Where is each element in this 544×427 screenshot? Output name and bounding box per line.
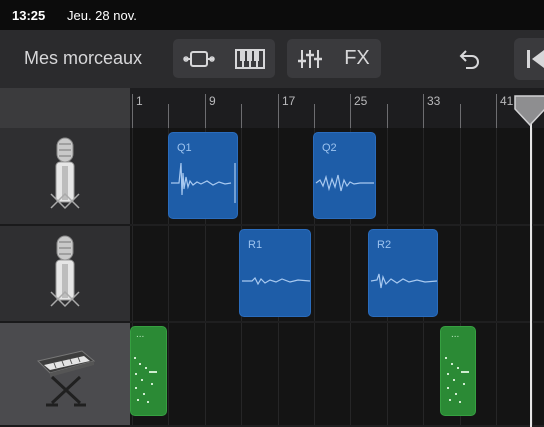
my-songs-button[interactable]: Mes morceaux bbox=[24, 48, 142, 69]
status-date: Jeu. 28 nov. bbox=[67, 8, 137, 23]
ruler-tick bbox=[205, 94, 206, 128]
track-headers bbox=[0, 128, 130, 427]
audio-region[interactable]: R2 bbox=[368, 229, 438, 317]
undo-icon bbox=[459, 49, 479, 69]
garageband-tracks-view: 13:25 Jeu. 28 nov. Mes morceaux FX 1 9 1… bbox=[0, 0, 544, 427]
keyboard-button[interactable] bbox=[225, 39, 275, 78]
rewind-button[interactable] bbox=[514, 38, 544, 80]
waveform bbox=[315, 174, 374, 192]
ruler-minor-tick bbox=[460, 104, 461, 128]
midi-region[interactable]: ... bbox=[440, 326, 476, 416]
ruler-minor-tick bbox=[168, 104, 169, 128]
ruler-tick bbox=[423, 94, 424, 128]
keyboard-icon bbox=[37, 350, 96, 407]
waveform bbox=[242, 276, 310, 286]
midi-notes bbox=[134, 357, 157, 403]
microphone-icon bbox=[50, 235, 80, 307]
sliders-icon bbox=[298, 49, 322, 68]
midi-region[interactable]: ... bbox=[130, 326, 167, 416]
track-lanes[interactable]: Q1 Q2 R1 R2 ... ... bbox=[130, 128, 544, 427]
ruler-minor-tick bbox=[314, 104, 315, 128]
ruler-tick bbox=[132, 94, 133, 128]
midi-notes bbox=[445, 357, 469, 403]
view-toggle-group bbox=[173, 39, 275, 78]
status-bar: 13:25 Jeu. 28 nov. bbox=[0, 0, 544, 30]
rewind-icon bbox=[527, 50, 544, 68]
ruler-bars[interactable]: 1 9 17 25 33 41 bbox=[130, 88, 544, 128]
track-lane-2[interactable] bbox=[130, 226, 544, 323]
ruler-tick bbox=[350, 94, 351, 128]
mix-group: FX bbox=[287, 39, 381, 78]
waveform bbox=[171, 162, 236, 203]
fx-button[interactable]: FX bbox=[333, 39, 381, 78]
microphone-icon bbox=[50, 137, 80, 210]
playhead-line bbox=[530, 110, 532, 427]
ruler-tick bbox=[496, 94, 497, 128]
audio-region[interactable]: Q2 bbox=[313, 132, 376, 219]
status-time: 13:25 bbox=[12, 8, 46, 23]
track-header-2[interactable] bbox=[0, 226, 130, 323]
ruler-bar-number: 17 bbox=[282, 94, 296, 108]
tracks-view-icon bbox=[183, 50, 215, 67]
tracks-view-button[interactable] bbox=[173, 39, 225, 78]
ruler-header bbox=[0, 88, 130, 128]
track-header-3[interactable] bbox=[0, 323, 130, 427]
audio-region[interactable]: Q1 bbox=[168, 132, 238, 219]
ruler-minor-tick bbox=[241, 104, 242, 128]
timeline-ruler[interactable]: 1 9 17 25 33 41 bbox=[0, 88, 544, 128]
ruler-bar-number: 41 bbox=[500, 94, 514, 108]
undo-button[interactable] bbox=[452, 39, 488, 78]
mixer-button[interactable] bbox=[287, 39, 333, 78]
ruler-tick bbox=[278, 94, 279, 128]
ruler-bar-number: 33 bbox=[427, 94, 441, 108]
ruler-bar-number: 25 bbox=[354, 94, 368, 108]
ruler-bar-number: 1 bbox=[136, 94, 143, 108]
fx-label: FX bbox=[344, 47, 370, 69]
ruler-bar-number: 9 bbox=[209, 94, 216, 108]
waveform bbox=[370, 273, 437, 289]
control-bar: Mes morceaux FX bbox=[0, 30, 544, 88]
ruler-minor-tick bbox=[387, 104, 388, 128]
track-header-1[interactable] bbox=[0, 128, 130, 226]
piano-keys-icon bbox=[235, 48, 265, 69]
audio-region[interactable]: R1 bbox=[239, 229, 311, 317]
playhead-handle[interactable] bbox=[514, 95, 544, 127]
track-lane-3[interactable] bbox=[130, 323, 544, 427]
